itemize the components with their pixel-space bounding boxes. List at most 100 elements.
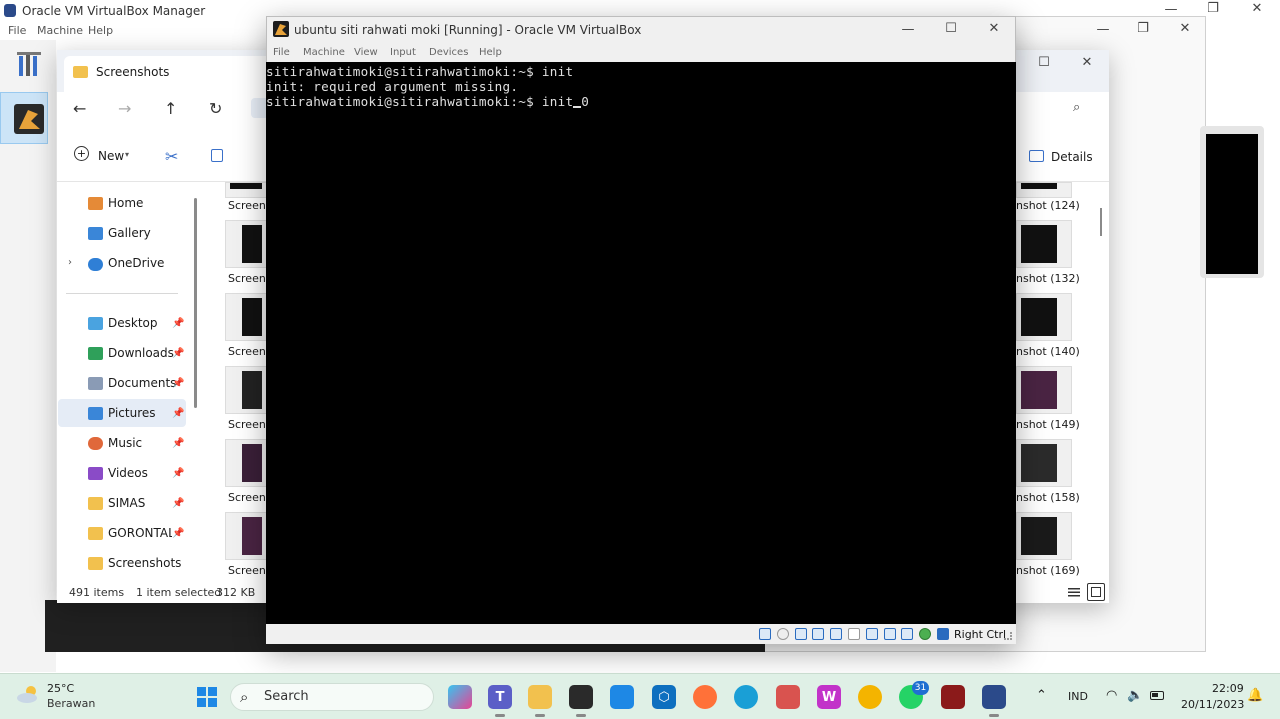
explorer-tab-label: Screenshots: [96, 65, 170, 79]
usb-icon[interactable]: [830, 628, 842, 640]
shared-folder-icon[interactable]: [848, 628, 860, 640]
audio-icon[interactable]: [795, 628, 807, 640]
mouse-integration-icon[interactable]: [937, 628, 949, 640]
bg-window-close-button[interactable]: ✕: [1162, 21, 1208, 36]
vm-menu-help[interactable]: Help: [479, 47, 502, 58]
sidebar-item-documents[interactable]: Documents: [108, 376, 176, 390]
vm-maximize-button[interactable]: ☐: [928, 21, 974, 36]
firefox-icon[interactable]: [693, 685, 717, 709]
up-icon[interactable]: ↑: [164, 99, 177, 118]
vm-terminal-screen[interactable]: [266, 62, 1016, 624]
optical-drive-icon[interactable]: [777, 628, 789, 640]
weather-temperature[interactable]: 25°C: [47, 682, 74, 695]
file-thumbnail[interactable]: [1016, 293, 1072, 341]
file-thumbnail[interactable]: [1016, 512, 1072, 560]
volume-icon[interactable]: 🔈: [1127, 688, 1143, 703]
item-count: 491 items: [69, 586, 125, 599]
file-thumbnail[interactable]: [1016, 366, 1072, 414]
vm-menu-view[interactable]: View: [354, 47, 378, 58]
details-button-label[interactable]: Details: [1051, 150, 1093, 164]
clock-time[interactable]: 22:09: [1212, 682, 1244, 695]
vm-menu-input[interactable]: Input: [390, 47, 416, 58]
virtualbox-taskbar-icon[interactable]: [982, 685, 1006, 709]
vm-menu-file[interactable]: File: [273, 47, 290, 58]
harddisk-icon[interactable]: [759, 628, 771, 640]
manager-maximize-button[interactable]: ❐: [1190, 1, 1236, 16]
manager-menu-machine[interactable]: Machine: [37, 24, 83, 37]
display-icon[interactable]: [866, 628, 878, 640]
resize-grip-icon[interactable]: [1004, 632, 1012, 640]
vt-x-icon[interactable]: [901, 628, 913, 640]
ubuntu-vm-taskbar-icon[interactable]: [569, 685, 593, 709]
weather-description[interactable]: Berawan: [47, 697, 95, 710]
wifi-icon[interactable]: ◠: [1106, 688, 1117, 703]
teams-icon[interactable]: T: [488, 685, 512, 709]
file-explorer-icon[interactable]: [528, 685, 552, 709]
sidebar-item-home[interactable]: Home: [108, 196, 143, 210]
chrome-icon[interactable]: [858, 685, 882, 709]
recording-icon[interactable]: [884, 628, 896, 640]
package-icon[interactable]: ⬡: [652, 685, 676, 709]
clock-date[interactable]: 20/11/2023: [1181, 698, 1244, 711]
taskbar-search-box[interactable]: [230, 683, 434, 711]
file-thumbnail[interactable]: [225, 366, 267, 414]
new-button[interactable]: + New ▾: [74, 146, 136, 168]
refresh-icon[interactable]: ↻: [209, 99, 222, 118]
battery-icon[interactable]: [1150, 691, 1164, 700]
chevron-right-icon[interactable]: ›: [68, 257, 72, 268]
explorer-close-button[interactable]: ✕: [1064, 55, 1110, 70]
file-thumbnail[interactable]: [225, 439, 267, 487]
file-thumbnail[interactable]: [225, 182, 267, 198]
details-pane-icon[interactable]: [1029, 150, 1044, 162]
input-language[interactable]: IND: [1068, 690, 1088, 703]
list-view-icon[interactable]: [1066, 584, 1082, 600]
tray-overflow-icon[interactable]: ⌃: [1036, 688, 1047, 703]
photos-icon[interactable]: [610, 685, 634, 709]
thumbnail-view-icon[interactable]: [1087, 583, 1105, 601]
sidebar-item-desktop[interactable]: Desktop: [108, 316, 158, 330]
manager-menu-help[interactable]: Help: [88, 24, 113, 37]
weather-icon[interactable]: [16, 684, 42, 704]
file-thumbnail[interactable]: [225, 293, 267, 341]
explorer-maximize-button[interactable]: ☐: [1021, 55, 1067, 70]
file-thumbnail[interactable]: [225, 512, 267, 560]
guest-additions-icon[interactable]: [919, 628, 931, 640]
sidebar-item-music[interactable]: Music: [108, 436, 142, 450]
winrar-icon[interactable]: [941, 685, 965, 709]
sidebar-item-gallery[interactable]: Gallery: [108, 226, 151, 240]
notification-bell-icon[interactable]: 🔔: [1247, 688, 1263, 703]
file-thumbnail[interactable]: [1016, 439, 1072, 487]
manager-minimize-button[interactable]: —: [1148, 2, 1194, 17]
copilot-icon[interactable]: [448, 685, 472, 709]
bg-window-maximize-button[interactable]: ❐: [1120, 21, 1166, 36]
file-thumbnail[interactable]: [225, 220, 267, 268]
edge-icon[interactable]: [734, 685, 758, 709]
content-scrollbar[interactable]: [1100, 208, 1102, 236]
vm-close-button[interactable]: ✕: [971, 21, 1017, 36]
copy-icon[interactable]: [211, 149, 223, 162]
sidebar-scrollbar[interactable]: [194, 198, 197, 408]
sidebar-item-downloads[interactable]: Downloads: [108, 346, 174, 360]
tools-icon[interactable]: [16, 50, 44, 78]
forward-icon[interactable]: →: [118, 99, 131, 118]
manager-close-button[interactable]: ✕: [1234, 1, 1280, 16]
sidebar-item-videos[interactable]: Videos: [108, 466, 148, 480]
search-icon[interactable]: ⌕: [1073, 100, 1080, 115]
sidebar-item-screenshots[interactable]: Screenshots: [108, 556, 181, 570]
wps-office-icon[interactable]: W: [817, 685, 841, 709]
back-icon[interactable]: ←: [73, 99, 86, 118]
sidebar-item-gorontalo[interactable]: GORONTALC: [108, 526, 172, 540]
sidebar-item-onedrive[interactable]: OneDrive: [108, 256, 164, 270]
sidebar-item-pictures[interactable]: Pictures: [108, 406, 156, 420]
vm-menu-machine[interactable]: Machine: [303, 47, 345, 58]
file-thumbnail[interactable]: [1016, 220, 1072, 268]
network-icon[interactable]: [812, 628, 824, 640]
cut-icon[interactable]: ✂: [165, 147, 178, 166]
sidebar-item-simas[interactable]: SIMAS: [108, 496, 145, 510]
snipping-tool-icon[interactable]: [776, 685, 800, 709]
manager-menu-file[interactable]: File: [8, 24, 26, 37]
start-button[interactable]: [196, 686, 218, 708]
file-thumbnail[interactable]: [1016, 182, 1072, 198]
vm-minimize-button[interactable]: —: [885, 22, 931, 37]
vm-menu-devices[interactable]: Devices: [429, 47, 468, 58]
